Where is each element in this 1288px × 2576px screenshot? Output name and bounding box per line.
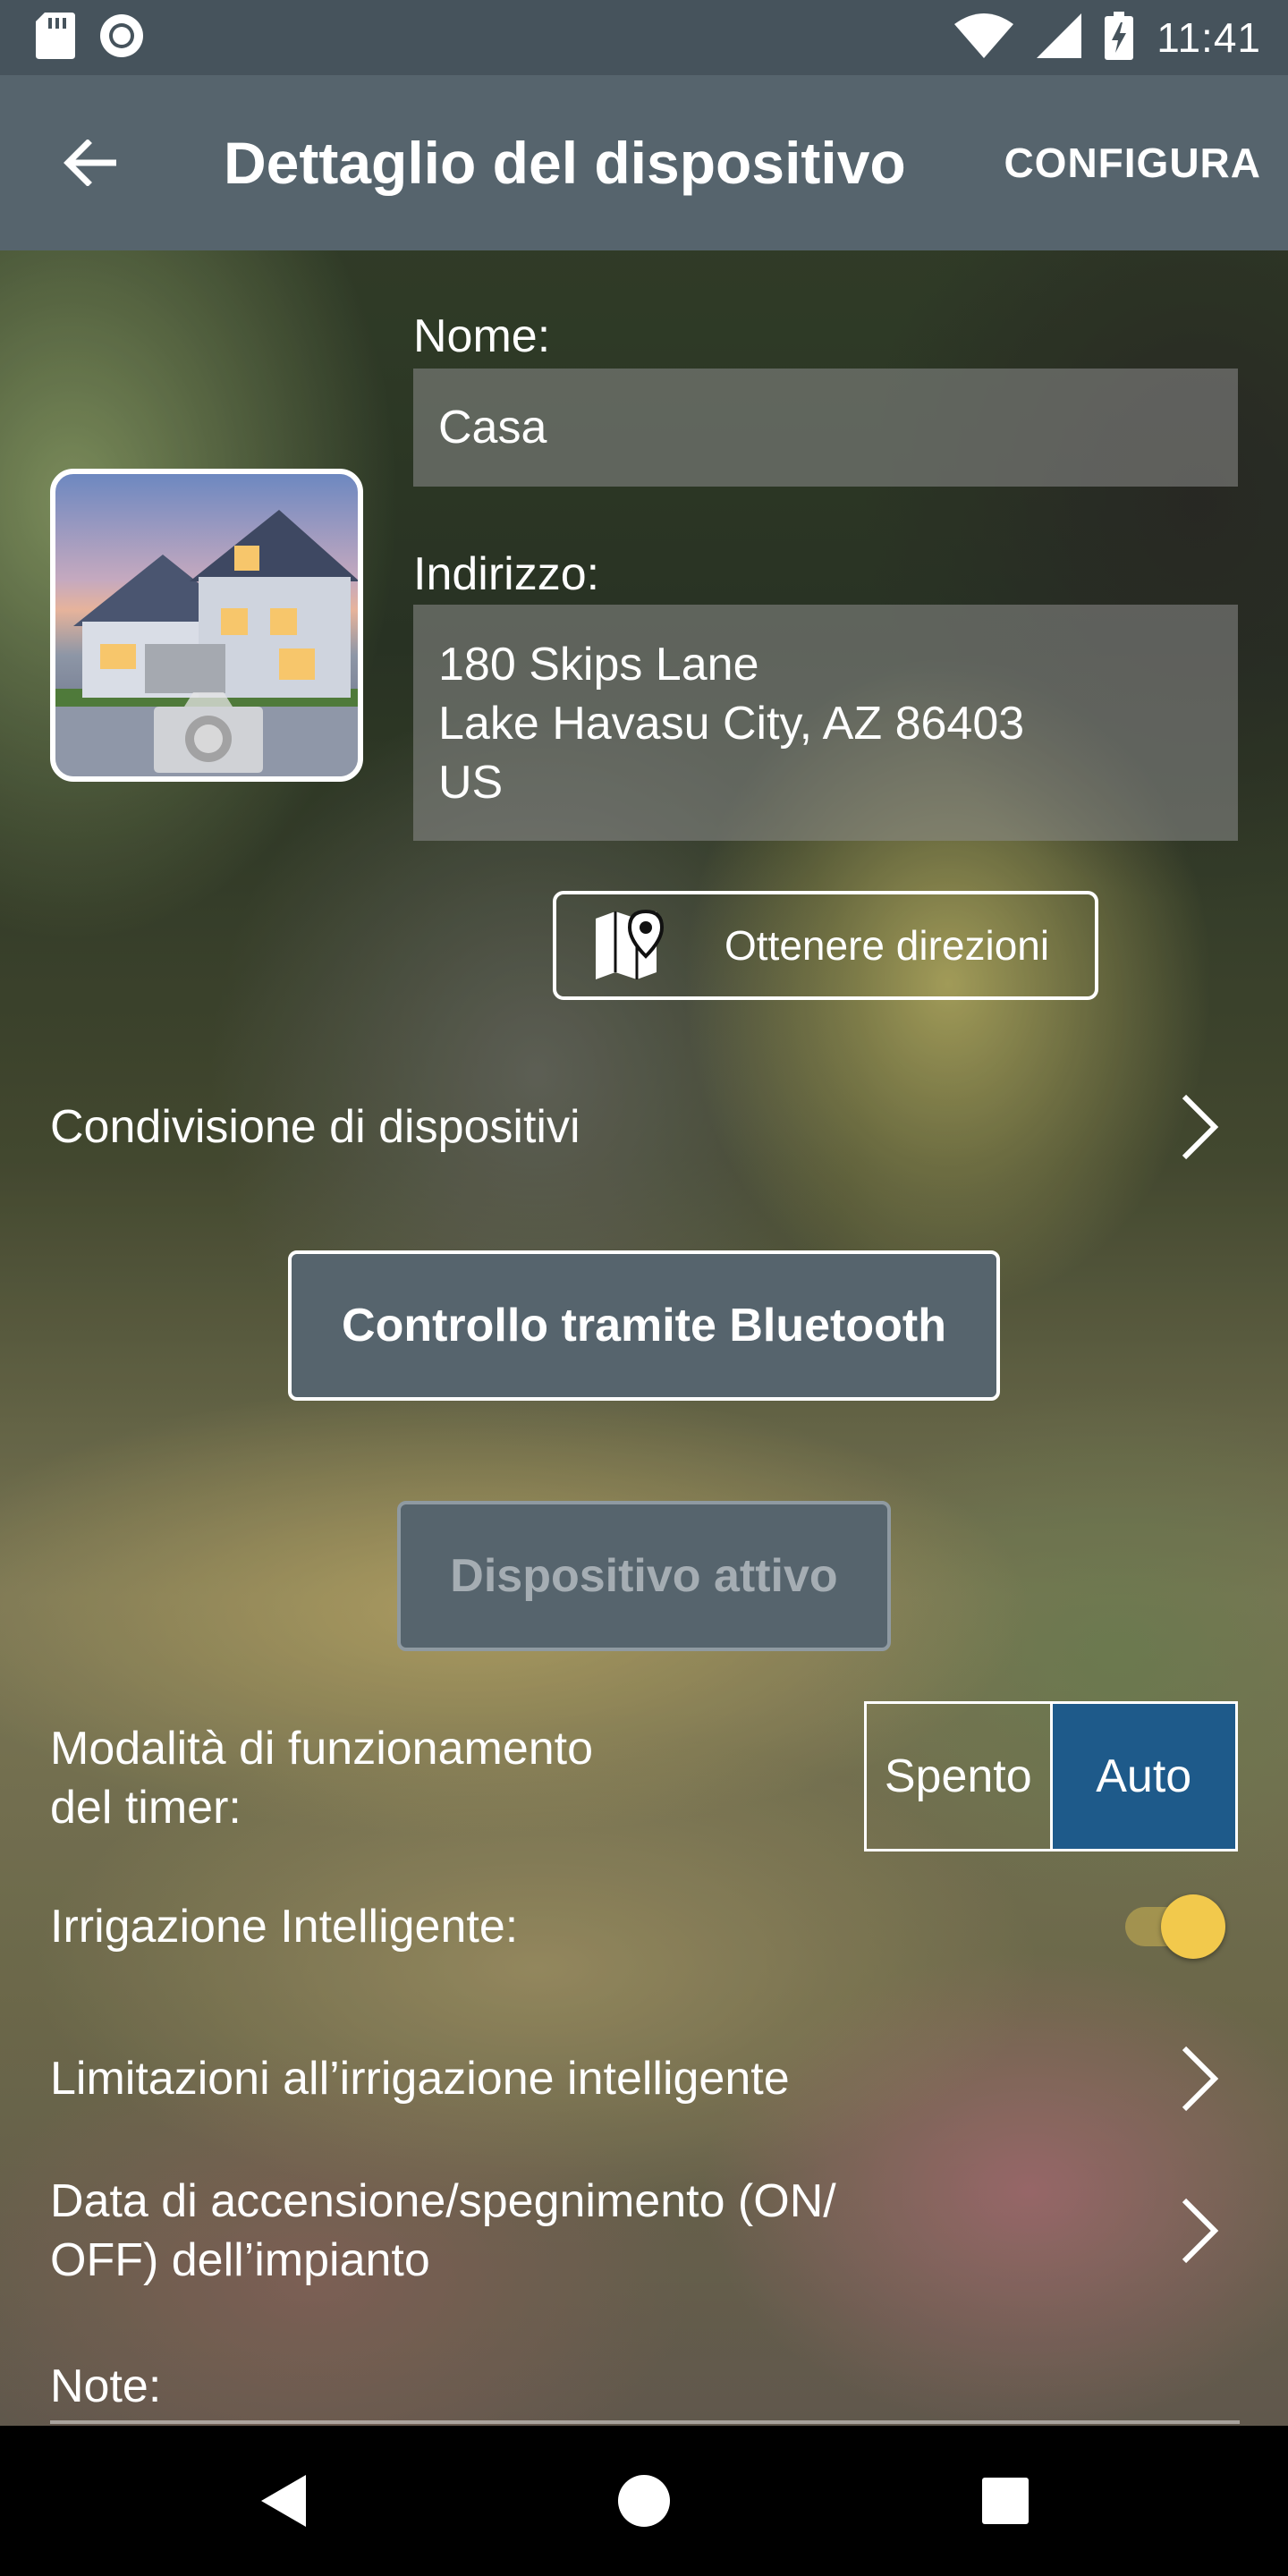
triangle-back-icon [261,2475,306,2527]
device-active-button[interactable]: Dispositivo attivo [397,1501,891,1651]
battery-charging-icon [1105,11,1134,64]
chevron-right-icon [1182,1094,1219,1160]
notes-field[interactable] [50,2420,1240,2424]
address-field[interactable]: 180 Skips Lane Lake Havasu City, AZ 8640… [413,605,1238,841]
record-icon [98,13,145,64]
device-photo[interactable] [50,469,363,782]
device-sharing-row[interactable]: Condivisione di dispositivi [50,1093,1240,1161]
name-value: Casa [438,402,547,453]
page-title: Dettaglio del dispositivo [224,130,906,196]
nav-home-button[interactable] [599,2456,689,2546]
sd-card-icon [36,12,75,64]
circle-home-icon [618,2475,670,2527]
system-navigation-bar [0,2426,1288,2576]
address-line-2: Lake Havasu City, AZ 86403 [438,698,1025,750]
map-pin-icon [596,910,665,979]
system-on-off-date-row[interactable]: Data di accensione/spegnimento (ON/ OFF)… [50,2168,1240,2293]
address-line-3: US [438,757,504,809]
app-bar: Dettaglio del dispositivo CONFIGURA [0,75,1288,250]
timer-mode-segmented-control: Spento Auto [864,1701,1238,1852]
chevron-right-icon [1182,2198,1219,2264]
timer-mode-auto-option[interactable]: Auto [1052,1704,1235,1849]
camera-icon [154,692,263,773]
notes-label: Note: [50,2360,162,2412]
address-label: Indirizzo: [413,548,600,600]
name-field[interactable]: Casa [413,369,1238,487]
address-line-1: 180 Skips Lane [438,639,759,691]
timer-mode-label: Modalità di funzionamento del timer: [50,1723,594,1834]
smart-watering-limits-label: Limitazioni all’irrigazione intelligente [50,2053,790,2105]
name-label: Nome: [413,310,551,362]
system-on-off-date-label: Data di accensione/spegnimento (ON/ OFF)… [50,2175,836,2286]
timer-mode-off-option[interactable]: Spento [867,1704,1053,1849]
nav-back-button[interactable] [238,2456,327,2546]
get-directions-button[interactable]: Ottenere direzioni [553,891,1098,1000]
nav-recents-button[interactable] [961,2456,1050,2546]
arrow-back-icon [64,140,116,186]
status-bar: 11:41 [0,0,1288,75]
chevron-right-icon [1182,2046,1219,2112]
device-sharing-label: Condivisione di dispositivi [50,1101,580,1153]
get-directions-label: Ottenere direzioni [724,922,1050,969]
signal-icon [1037,13,1082,63]
configure-button[interactable]: CONFIGURA [1004,139,1261,187]
back-button[interactable] [45,118,134,208]
smart-watering-label: Irrigazione Intelligente: [50,1901,519,1953]
smart-watering-toggle[interactable] [1122,1894,1229,1959]
wifi-icon [954,13,1014,63]
clock: 11:41 [1157,14,1261,61]
square-recents-icon [982,2478,1029,2524]
bluetooth-control-button[interactable]: Controllo tramite Bluetooth [288,1250,1000,1401]
smart-watering-limits-row[interactable]: Limitazioni all’irrigazione intelligente [50,2045,1240,2113]
